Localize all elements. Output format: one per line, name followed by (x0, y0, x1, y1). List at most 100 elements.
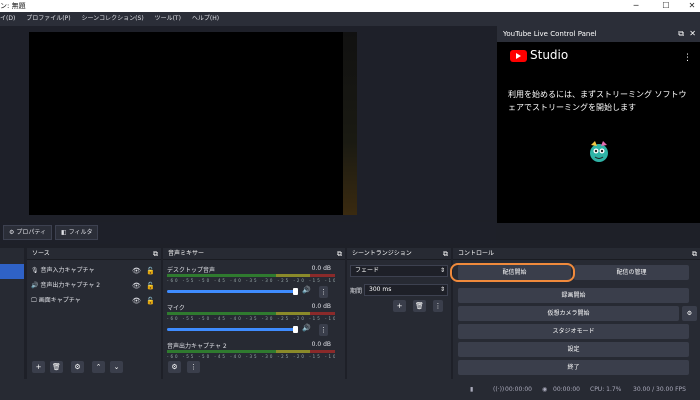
transitions-dock: シーントランジション ⧉ フェード ⇕ 期間 300 ms ⇕ + 🗑 ⋮ (347, 248, 451, 379)
transition-select[interactable]: フェード ⇕ (350, 265, 448, 277)
more-options-icon[interactable]: ⋮ (683, 53, 692, 63)
chevron-down-icon[interactable]: ⌄ (110, 361, 123, 373)
popout-icon[interactable]: ⧉ (337, 248, 342, 260)
sources-header: ソース ⧉ (27, 248, 161, 260)
source-label: 画面キャプチャ (38, 297, 81, 304)
add-transition-button[interactable]: + (393, 300, 406, 312)
volume-slider[interactable] (167, 328, 297, 331)
source-label: 音声出力キャプチャ 2 (40, 282, 101, 289)
properties-label: プロパティ (16, 229, 46, 236)
gear-icon[interactable]: ⚙ (682, 306, 697, 321)
transitions-title: シーントランジション (352, 250, 412, 257)
more-options-icon[interactable]: ⋮ (319, 324, 328, 336)
channel-name: デスクトップ音声 (167, 267, 216, 274)
start-virtual-camera-button[interactable]: 仮想カメラ開始 (458, 306, 679, 321)
exit-button[interactable]: 終了 (458, 360, 689, 375)
more-options-icon[interactable]: ⋮ (187, 361, 200, 373)
settings-button[interactable]: 設定 (458, 342, 689, 357)
meter-ticks: -60 -55 -50 -45 -40 -35 -30 -25 -20 -15 … (167, 316, 335, 321)
chevron-up-icon[interactable]: ⌃ (92, 361, 105, 373)
channel-name: マイク (167, 305, 185, 312)
meter-ticks: -60 -55 -50 -45 -40 -35 -30 -25 -20 -15 … (167, 278, 335, 283)
add-source-button[interactable]: + (32, 361, 45, 373)
record-status-icon: ◉ (542, 386, 548, 393)
transition-type: フェード (355, 267, 380, 274)
close-icon[interactable]: ✕ (689, 26, 696, 42)
stream-status-icon: ((·)) (493, 386, 505, 393)
cpu-usage: CPU: 1.7% (590, 386, 622, 393)
studio-mode-button[interactable]: スタジオモード (458, 324, 689, 339)
maximize-button[interactable]: ☐ (658, 0, 674, 12)
chevron-up-down-icon: ⇕ (439, 267, 445, 274)
volume-slider[interactable] (167, 290, 297, 293)
mixer-settings-button[interactable]: ⚙ (168, 361, 181, 373)
lock-icon[interactable]: 🔓 (146, 296, 155, 306)
eye-icon[interactable]: 👁 (132, 296, 141, 306)
popout-icon[interactable]: ⧉ (153, 248, 158, 260)
mic-icon: 🎙 (31, 267, 39, 274)
controls-header: コントロール ⧉ (453, 248, 700, 260)
filter-icon: ◧ (61, 229, 67, 236)
volume-meter (167, 274, 335, 277)
signal-icon: ▮ (470, 386, 474, 393)
close-button[interactable]: ✕ (684, 0, 700, 12)
popout-icon[interactable]: ⧉ (692, 248, 697, 260)
source-item[interactable]: 🔊 音声出力キャプチャ 2 👁 🔓 (31, 281, 157, 291)
youtube-message: 利用を始めるには、まずストリーミング ソフトウェアでストリーミングを開始します (508, 90, 687, 112)
monitor-icon: 🖵 (31, 297, 37, 304)
trash-icon[interactable]: 🗑 (413, 300, 426, 312)
source-item[interactable]: 🎙 音声入力キャプチャ 👁 🔓 (31, 266, 157, 276)
trash-icon[interactable]: 🗑 (50, 361, 63, 373)
volume-slider-knob[interactable] (293, 326, 298, 333)
menu-item-profile[interactable]: プロファイル(P) (26, 15, 70, 22)
transitions-header: シーントランジション ⧉ (347, 248, 451, 260)
lock-icon[interactable]: 🔓 (146, 266, 155, 276)
sources-dock: ソース ⧉ 🎙 音声入力キャプチャ 👁 🔓 🔊 音声出力キャプチャ 2 👁 🔓 … (27, 248, 161, 379)
volume-slider-knob[interactable] (293, 288, 298, 295)
controls-title: コントロール (458, 250, 495, 257)
filters-label: フィルタ (68, 229, 93, 236)
start-recording-button[interactable]: 録画開始 (458, 288, 689, 303)
preview-canvas[interactable] (29, 32, 343, 215)
minimize-button[interactable]: ─ (628, 0, 644, 12)
menu-item-scene[interactable]: イ(D) (0, 15, 15, 22)
audio-mixer-dock: 音声ミキサー ⧉ デスクトップ音声 0.0 dB -60 -55 -50 -45… (163, 248, 345, 379)
stream-time: 00:00:00 (505, 386, 532, 393)
more-options-icon[interactable]: ⋮ (319, 286, 328, 298)
youtube-studio-label: Studio (530, 48, 569, 62)
scenes-dock-edge (0, 248, 24, 379)
menu-item-tools[interactable]: ツール(T) (155, 15, 181, 22)
menu-item-help[interactable]: ヘルプ(H) (192, 15, 219, 22)
duration-value: 300 ms (369, 286, 392, 293)
lock-icon[interactable]: 🔓 (146, 281, 155, 291)
gear-icon[interactable]: ⚙ (71, 361, 84, 373)
more-options-icon[interactable]: ⋮ (433, 300, 443, 312)
selected-scene[interactable] (0, 264, 24, 279)
meter-ticks: -60 -55 -50 -45 -40 -35 -30 -25 -20 -15 … (167, 354, 335, 359)
volume-meter (167, 350, 335, 353)
youtube-dock-title: YouTube Live Control Panel (503, 30, 597, 38)
popout-icon[interactable]: ⧉ (678, 26, 684, 42)
preview-toolbar: ⚙ プロパティ ◧ フィルタ (0, 222, 496, 244)
preview-edge-strip (343, 32, 357, 215)
volume-meter (167, 312, 335, 315)
source-label: 音声入力キャプチャ (40, 267, 95, 274)
manage-broadcast-button[interactable]: 配信の管理 (574, 265, 689, 280)
start-streaming-highlight (450, 263, 575, 282)
eye-icon[interactable]: 👁 (132, 281, 141, 291)
gear-icon: ⚙ (9, 229, 15, 236)
fps-readout: 30.00 / 30.00 FPS (633, 386, 686, 393)
status-bar: ▮ ((·)) 00:00:00 ◉ 00:00:00 CPU: 1.7% 30… (0, 379, 700, 400)
speaker-icon[interactable]: 🔊 (302, 286, 311, 294)
filters-button[interactable]: ◧ フィルタ (55, 225, 99, 240)
channel-db: 0.0 dB (311, 341, 331, 348)
window-titlebar: ン: 無題 ─ ☐ ✕ (0, 0, 700, 12)
popout-icon[interactable]: ⧉ (443, 248, 448, 260)
eye-icon[interactable]: 👁 (132, 266, 141, 276)
speaker-icon: 🔊 (31, 282, 39, 289)
source-item[interactable]: 🖵 画面キャプチャ 👁 🔓 (31, 296, 157, 306)
speaker-icon[interactable]: 🔊 (302, 324, 311, 332)
menu-item-scene-collection[interactable]: シーンコレクション(S) (81, 15, 143, 22)
properties-button[interactable]: ⚙ プロパティ (3, 225, 52, 240)
duration-field[interactable]: 300 ms ⇕ (364, 284, 448, 296)
